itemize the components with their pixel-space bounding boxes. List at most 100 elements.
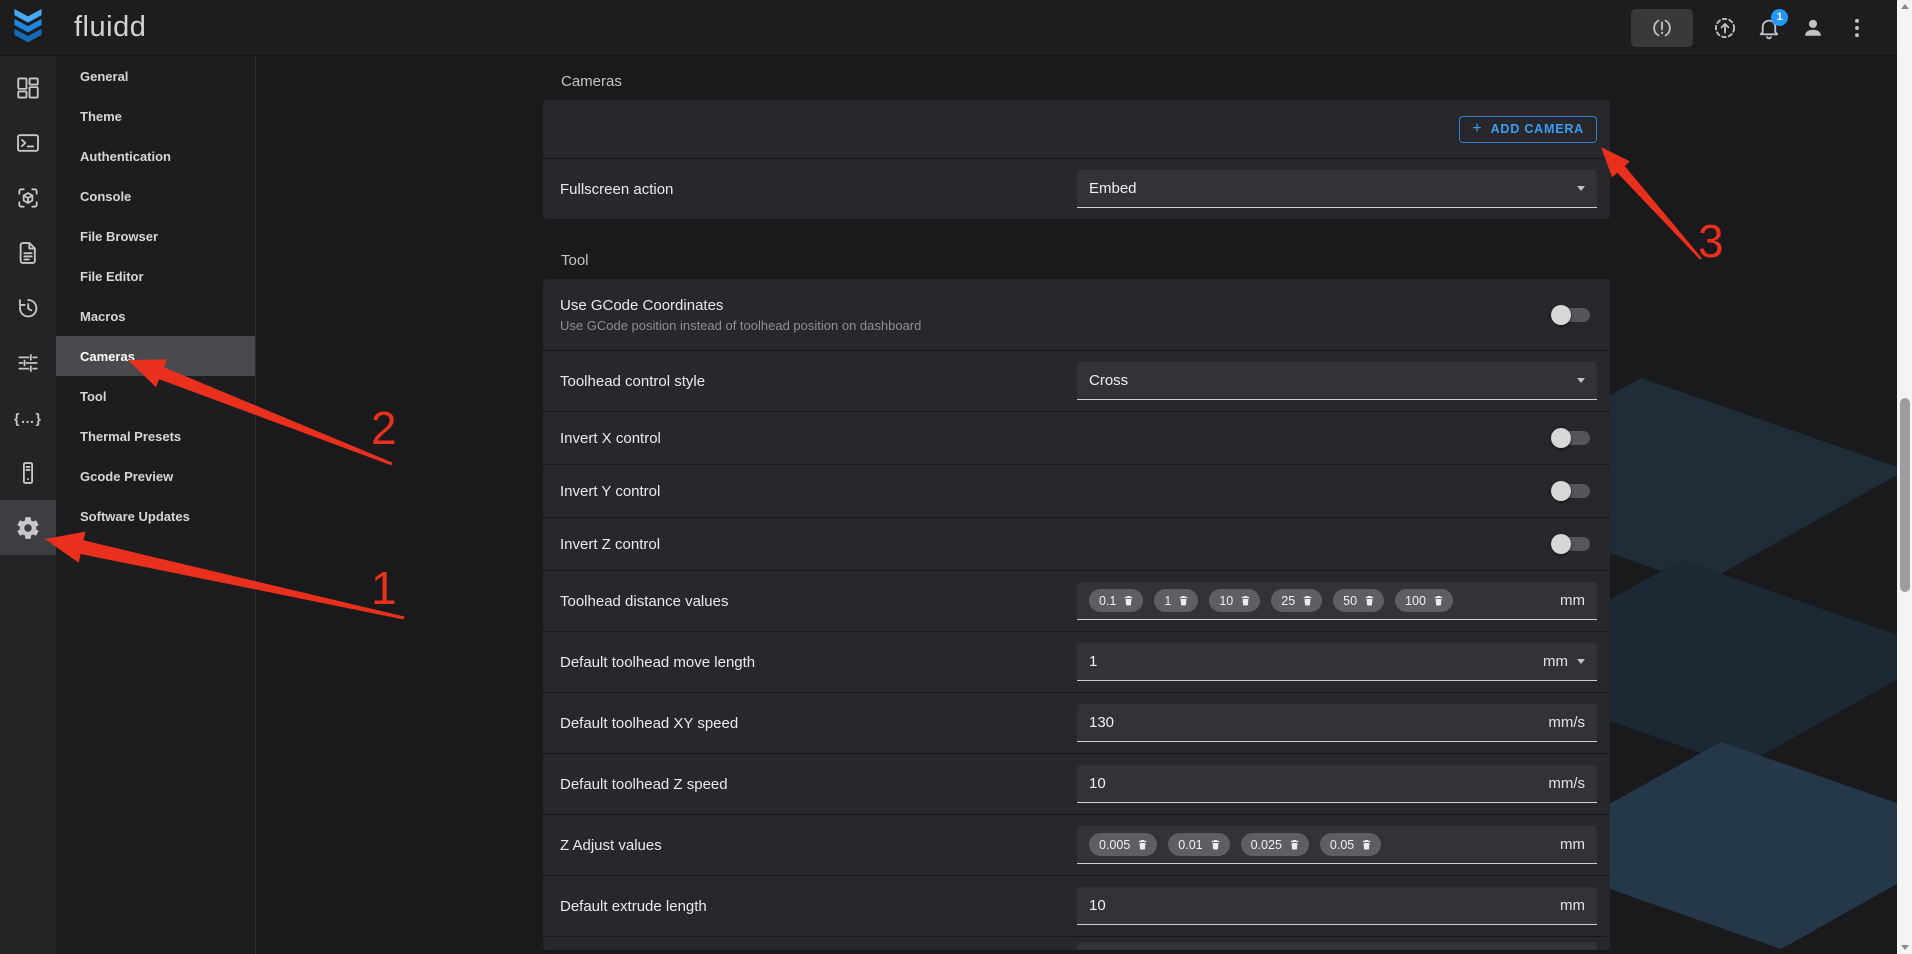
scroll-up-arrow-icon[interactable]	[1901, 4, 1909, 9]
menu-item-tool[interactable]: Tool	[56, 376, 255, 416]
row-actions: +ADD CAMERA	[543, 100, 1610, 158]
unit-suffix: mm	[1543, 653, 1568, 670]
setting-label: Default toolhead move length	[560, 654, 1077, 671]
delete-icon[interactable]	[1288, 838, 1301, 851]
delete-icon[interactable]	[1122, 594, 1135, 607]
value-chip[interactable]: 10	[1209, 589, 1260, 612]
input-value: 10	[1089, 775, 1106, 792]
delete-icon[interactable]	[1432, 594, 1445, 607]
settings-content: Cameras +ADD CAMERA Fullscreen actionEmbed…	[257, 56, 1897, 954]
delete-icon[interactable]	[1177, 594, 1190, 607]
value-chip[interactable]: 0.1	[1089, 589, 1143, 612]
add-camera-button[interactable]: +ADD CAMERA	[1459, 116, 1597, 143]
input-default-toolhead-z-speed[interactable]: 10mm/s	[1077, 765, 1597, 803]
console-icon	[15, 130, 41, 156]
menu-item-gcode-preview[interactable]: Gcode Preview	[56, 456, 255, 496]
app-title: fluidd	[74, 11, 146, 44]
menu-item-console[interactable]: Console	[56, 176, 255, 216]
notification-badge: 1	[1771, 9, 1788, 26]
setting-label: Toolhead distance values	[560, 593, 1077, 610]
delete-icon[interactable]	[1209, 838, 1222, 851]
menu-item-software-updates[interactable]: Software Updates	[56, 496, 255, 536]
menu-item-file-editor[interactable]: File Editor	[56, 256, 255, 296]
delete-icon[interactable]	[1363, 594, 1376, 607]
scrollbar-thumb[interactable]	[1900, 398, 1910, 592]
unit-suffix: mm/s	[1548, 714, 1585, 731]
toggle-use-gcode-coordinates[interactable]	[1553, 308, 1590, 322]
chip-value: 0.05	[1330, 838, 1354, 852]
select-toolhead-control-style[interactable]: Cross	[1077, 362, 1597, 400]
nav-rail: {…}	[0, 56, 56, 954]
delete-icon[interactable]	[1239, 594, 1252, 607]
chip-value: 50	[1343, 594, 1357, 608]
settings-card: Use GCode CoordinatesUse GCode position …	[543, 279, 1610, 950]
dashboard-icon	[15, 75, 41, 101]
rail-item-configure[interactable]: {…}	[0, 390, 56, 445]
input-default-toolhead-xy-speed[interactable]: 130mm/s	[1077, 704, 1597, 742]
value-chip[interactable]: 0.005	[1089, 833, 1157, 856]
account-button[interactable]	[1791, 6, 1835, 50]
emergency-stop-button[interactable]	[1631, 9, 1693, 47]
menu-item-file-browser[interactable]: File Browser	[56, 216, 255, 256]
settings-card: +ADD CAMERA Fullscreen actionEmbed	[543, 100, 1610, 219]
menu-item-theme[interactable]: Theme	[56, 96, 255, 136]
update-status-button[interactable]	[1703, 6, 1747, 50]
toggle-invert-y-control[interactable]	[1553, 484, 1590, 498]
rail-item-dashboard[interactable]	[0, 60, 56, 115]
menu-item-thermal-presets[interactable]: Thermal Presets	[56, 416, 255, 456]
row-z-adjust-values: Z Adjust values0.0050.010.0250.05mm	[543, 814, 1610, 875]
row-default-extrude-length: Default extrude length10mm	[543, 875, 1610, 936]
row-fullscreen-action: Fullscreen actionEmbed	[543, 158, 1610, 219]
rail-item-console[interactable]	[0, 115, 56, 170]
chevron-down-icon	[1577, 378, 1585, 383]
delete-icon[interactable]	[1301, 594, 1314, 607]
menu-item-macros[interactable]: Macros	[56, 296, 255, 336]
scroll-down-arrow-icon[interactable]	[1901, 945, 1909, 950]
chip-value: 1	[1164, 594, 1171, 608]
input-default-extrude-length[interactable]: 10mm	[1077, 887, 1597, 925]
toggle-invert-z-control[interactable]	[1553, 537, 1590, 551]
value-chip[interactable]: 100	[1395, 589, 1453, 612]
value-chip[interactable]: 1	[1154, 589, 1198, 612]
row-partial	[543, 936, 1610, 950]
toggle-thumb	[1551, 428, 1571, 448]
notifications-button[interactable]: 1	[1747, 6, 1791, 50]
section-title: Cameras	[561, 73, 1610, 91]
select-fullscreen-action[interactable]: Embed	[1077, 170, 1597, 208]
menu-item-cameras[interactable]: Cameras	[56, 336, 255, 376]
unit-suffix: mm	[1560, 897, 1585, 914]
chevron-down-icon	[1577, 659, 1585, 664]
rail-item-tune[interactable]	[0, 335, 56, 390]
value-chip[interactable]: 0.025	[1241, 833, 1309, 856]
rail-item-system[interactable]	[0, 445, 56, 500]
toggle-invert-x-control[interactable]	[1553, 431, 1590, 445]
menu-item-authentication[interactable]: Authentication	[56, 136, 255, 176]
value-chip[interactable]: 50	[1333, 589, 1384, 612]
delete-icon[interactable]	[1360, 838, 1373, 851]
braces-icon: {…}	[14, 410, 42, 426]
settings-input[interactable]	[1077, 942, 1597, 950]
delete-icon[interactable]	[1136, 838, 1149, 851]
value-chip[interactable]: 25	[1271, 589, 1322, 612]
unit-suffix: mm	[1560, 836, 1585, 853]
chip-value: 25	[1281, 594, 1295, 608]
rail-item-settings[interactable]	[0, 500, 56, 555]
menu-item-general[interactable]: General	[56, 56, 255, 96]
row-toolhead-control-style: Toolhead control styleCross	[543, 350, 1610, 411]
row-invert-x-control: Invert X control	[543, 411, 1610, 464]
account-person-icon	[1800, 15, 1826, 41]
rail-item-jobs[interactable]	[0, 225, 56, 280]
fluidd-logo[interactable]	[0, 0, 56, 56]
unit-suffix: mm	[1560, 592, 1585, 609]
value-chip[interactable]: 0.05	[1320, 833, 1381, 856]
select-value: Cross	[1089, 372, 1128, 389]
rail-item-gcode-preview[interactable]	[0, 170, 56, 225]
overflow-menu-button[interactable]	[1835, 6, 1879, 50]
setting-label: Fullscreen action	[560, 181, 1077, 198]
input-default-toolhead-move-length[interactable]: 1mm	[1077, 643, 1597, 681]
fluidd-settings-page: fluidd 1 {…} GeneralThemeAuthenticationC…	[0, 0, 1912, 954]
value-chip[interactable]: 0.01	[1168, 833, 1229, 856]
rail-item-history[interactable]	[0, 280, 56, 335]
scrollbar[interactable]	[1897, 0, 1912, 954]
kebab-menu-icon	[1844, 15, 1870, 41]
